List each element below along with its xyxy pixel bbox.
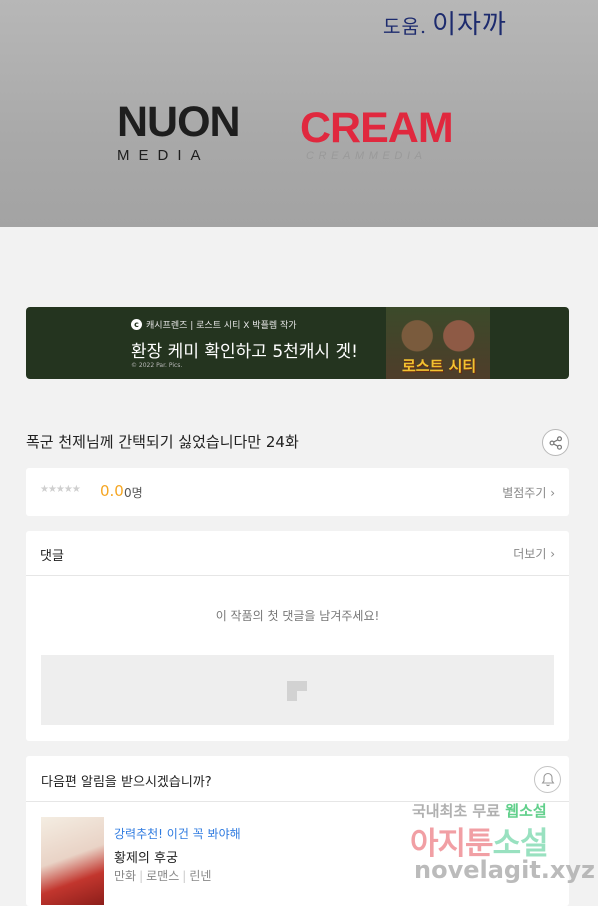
episode-title: 폭군 천제님께 간택되기 싫었습니다만 24화	[26, 433, 299, 451]
share-button[interactable]	[542, 429, 569, 456]
next-episode-header: 다음편 알림을 받으시겠습니까?	[26, 756, 569, 802]
notify-button[interactable]	[534, 766, 561, 793]
nuon-logo-mark: NUON	[117, 98, 241, 146]
comments-empty-message: 이 작품의 첫 댓글을 남겨주세요!	[215, 609, 380, 623]
ad-copyright: © 2022 Par. Pics.	[131, 362, 183, 369]
nuon-logo-sub: MEDIA	[117, 147, 210, 164]
ad-banner[interactable]: c 캐시프렌즈 | 로스트 시티 X 박플렘 작가 환장 케미 확인하고 5천캐…	[26, 307, 569, 379]
recommended-work-genres: 만화 | 로맨스 | 린넨	[114, 867, 211, 884]
genre-label: 로맨스	[146, 869, 180, 883]
rating-score: 0.0	[100, 482, 124, 500]
next-episode-question: 다음편 알림을 받으시겠습니까?	[41, 775, 212, 790]
site-watermark: 국내최초 무료 웹소설 아지툰소설 novelagit.xyz	[410, 800, 598, 906]
comments-header: 댓글 더보기 ›	[26, 531, 569, 576]
recommended-work-title[interactable]: 황제의 후궁	[114, 847, 178, 866]
comments-card: 댓글 더보기 › 이 작품의 첫 댓글을 남겨주세요!	[26, 531, 569, 741]
publisher-label: 린넨	[189, 869, 212, 883]
ad-brand-text: 캐시프렌즈 | 로스트 시티 X 박플렘 작가	[146, 321, 297, 331]
cream-logo-mark: CREAM	[300, 104, 454, 152]
cash-friends-icon: c	[131, 319, 142, 330]
page: 도움. 이자까 NUON MEDIA CREAM CREAMMEDIA c 캐시…	[0, 0, 598, 906]
watermark-url: novelagit.xyz	[414, 856, 596, 884]
comment-write-area[interactable]	[41, 655, 554, 725]
comments-title: 댓글	[40, 549, 64, 564]
ad-movie-logo: 로스트 시티	[402, 357, 477, 375]
star-rating-icon: ★★★★★	[40, 484, 81, 495]
rating-count: 0명	[124, 486, 143, 500]
share-icon	[549, 435, 562, 450]
episode-end-artwork: 도움. 이자까 NUON MEDIA CREAM CREAMMEDIA	[0, 0, 598, 227]
rate-button[interactable]: 별점주기 ›	[502, 484, 555, 501]
comment-placeholder-icon	[287, 681, 307, 701]
cream-media-logo: CREAM CREAMMEDIA	[300, 106, 472, 168]
recommended-work-thumbnail[interactable]	[41, 817, 104, 905]
rating-card: ★★★★★ 0.0 0명 별점주기 ›	[26, 468, 569, 516]
ad-brand: c 캐시프렌즈 | 로스트 시티 X 박플렘 작가	[131, 318, 297, 331]
recommend-tag: 강력추천! 이건 꼭 봐야해	[114, 827, 241, 841]
divider: |	[139, 869, 144, 883]
nuon-media-logo: NUON MEDIA	[117, 98, 241, 166]
genre-label: 만화	[114, 869, 137, 883]
divider: |	[182, 869, 187, 883]
ad-headline: 환장 케미 확인하고 5천캐시 겟!	[131, 342, 358, 362]
credit-prefix: 도움.	[383, 16, 427, 38]
comments-more-link[interactable]: 더보기 ›	[513, 545, 555, 562]
credit-name: 이자까	[432, 10, 507, 40]
assistant-credit: 도움. 이자까	[383, 4, 507, 41]
bell-icon	[541, 772, 554, 787]
